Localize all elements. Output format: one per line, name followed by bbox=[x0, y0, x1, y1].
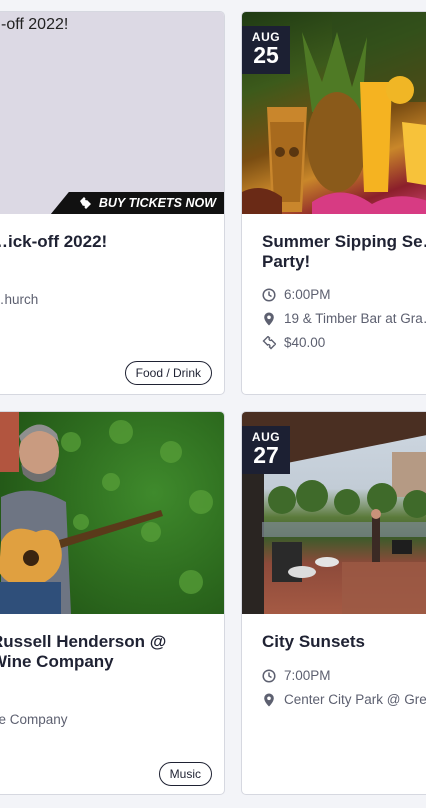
event-card-kickoff[interactable]: -off 2022! BUY TICKETS NOW …ick-off 2022… bbox=[0, 11, 225, 395]
event-image-russell-henderson[interactable] bbox=[0, 412, 224, 614]
event-date-badge: AUG 25 bbox=[242, 26, 290, 74]
guitarist-illustration bbox=[0, 412, 213, 614]
clock-icon bbox=[262, 668, 276, 683]
event-title[interactable]: …ick-off 2022! bbox=[0, 232, 107, 252]
event-image-kickoff[interactable]: -off 2022! BUY TICKETS NOW bbox=[0, 12, 224, 214]
event-date-day: 27 bbox=[253, 442, 279, 468]
map-pin-icon bbox=[264, 693, 274, 706]
event-image-text: -off 2022! bbox=[1, 16, 69, 33]
event-time-text: 6:00PM bbox=[284, 287, 331, 302]
event-time-text: 7:00PM bbox=[284, 668, 331, 683]
event-location-text: Center City Park @ Gre… bbox=[284, 692, 426, 707]
map-pin-icon bbox=[264, 312, 274, 325]
event-image-city-sunsets[interactable]: AUG 27 bbox=[242, 412, 426, 614]
event-location: ne Company bbox=[0, 712, 68, 727]
buy-tickets-label: BUY TICKETS NOW bbox=[98, 196, 216, 210]
event-location: 19 & Timber Bar at Gra… bbox=[262, 311, 426, 326]
clock-icon bbox=[262, 287, 276, 302]
event-location-text: ne Company bbox=[0, 712, 68, 727]
event-price: $40.00 bbox=[262, 335, 325, 350]
event-card-city-sunsets[interactable]: AUG 27 City Sunsets 7:00PM Center City P… bbox=[241, 411, 426, 795]
event-location-text: 19 & Timber Bar at Gra… bbox=[284, 311, 426, 326]
category-tag[interactable]: Food / Drink bbox=[124, 361, 212, 385]
event-title-line2[interactable]: Wine Company bbox=[0, 652, 114, 672]
event-location-text: …hurch bbox=[0, 292, 39, 307]
event-card-russell-henderson[interactable]: Russell Henderson @ Wine Company ne Comp… bbox=[0, 411, 225, 795]
event-card-summer-sipping[interactable]: AUG 25 Summer Sipping Se… Party! 6:00PM … bbox=[241, 11, 426, 395]
event-location: …hurch bbox=[0, 292, 38, 307]
event-price-text: $40.00 bbox=[284, 335, 326, 350]
category-tag[interactable]: Music bbox=[158, 762, 212, 786]
event-date-badge: AUG 27 bbox=[242, 426, 290, 474]
ticket-icon bbox=[262, 335, 276, 349]
event-image-summer-sipping[interactable]: AUG 25 bbox=[242, 12, 426, 214]
event-time: 6:00PM bbox=[262, 287, 331, 302]
event-title[interactable]: Summer Sipping Se… bbox=[262, 232, 426, 252]
event-location: Center City Park @ Gre… bbox=[262, 692, 426, 707]
event-time: 7:00PM bbox=[262, 668, 331, 683]
buy-tickets-button[interactable]: BUY TICKETS NOW bbox=[50, 192, 224, 214]
event-date-day: 25 bbox=[253, 42, 279, 68]
event-title-line2[interactable]: Party! bbox=[262, 252, 310, 272]
event-title[interactable]: Russell Henderson @ bbox=[0, 632, 166, 652]
ticket-icon bbox=[79, 197, 91, 209]
event-title[interactable]: City Sunsets bbox=[262, 632, 365, 652]
